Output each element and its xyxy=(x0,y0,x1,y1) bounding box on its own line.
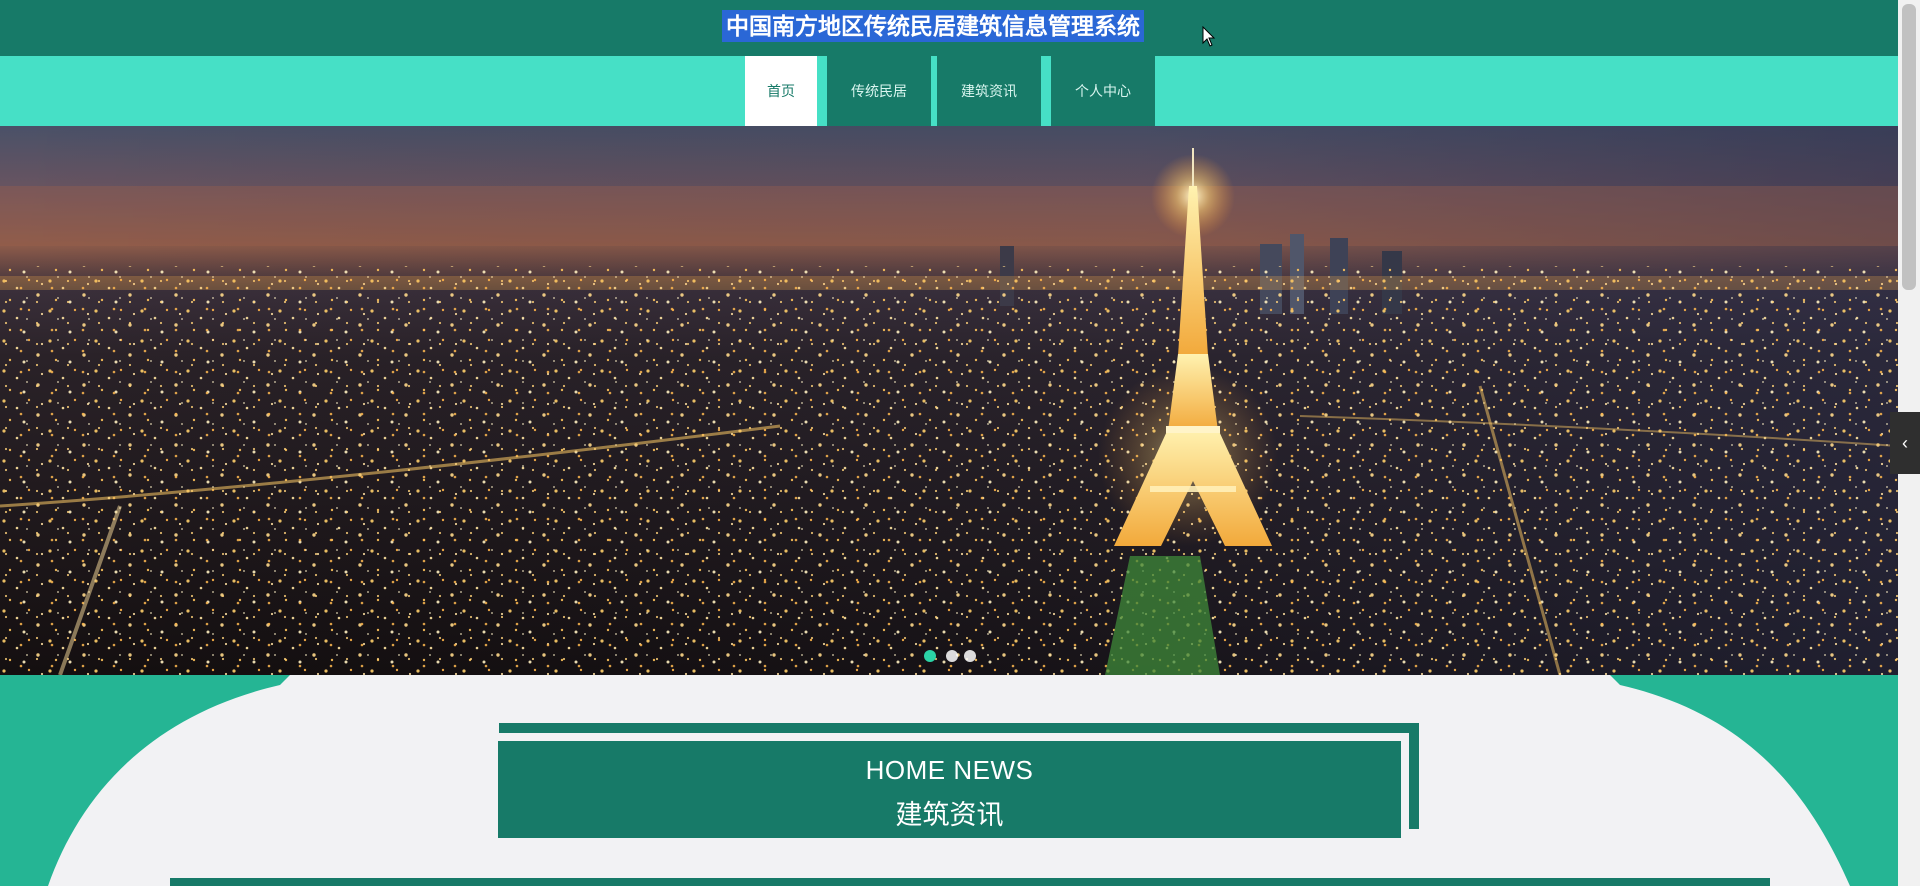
nav-architecture-news[interactable]: 建筑资讯 xyxy=(937,56,1041,126)
chevron-left-icon[interactable]: ‹ xyxy=(1890,412,1920,474)
nav-home[interactable]: 首页 xyxy=(745,56,817,126)
news-section-heading: HOME NEWS 建筑资讯 xyxy=(498,741,1401,838)
site-title: 中国南方地区传统民居建筑信息管理系统 xyxy=(722,10,1144,42)
nav-personal-center-label: 个人中心 xyxy=(1075,83,1131,99)
nav-traditional-dwellings[interactable]: 传统民居 xyxy=(827,56,931,126)
nav-architecture-news-label: 建筑资讯 xyxy=(961,83,1017,99)
carousel-dot-3[interactable] xyxy=(964,650,976,662)
hero-carousel[interactable] xyxy=(0,126,1898,675)
mouse-pointer-icon xyxy=(1202,26,1216,47)
title-bar: 中国南方地区传统民居建筑信息管理系统 xyxy=(0,0,1898,56)
nav-personal-center[interactable]: 个人中心 xyxy=(1051,56,1155,126)
scrollbar-thumb[interactable] xyxy=(1902,4,1916,290)
news-divider xyxy=(170,878,1770,886)
main-nav: 首页 传统民居 建筑资讯 个人中心 xyxy=(0,56,1898,126)
carousel-dot-2[interactable] xyxy=(946,650,958,662)
news-title-cn: 建筑资讯 xyxy=(895,800,1004,830)
city-night-image xyxy=(0,126,1898,675)
nav-traditional-dwellings-label: 传统民居 xyxy=(851,83,907,99)
carousel-dot-1[interactable] xyxy=(924,650,936,662)
news-title-en: HOME NEWS xyxy=(865,755,1034,785)
nav-home-label: 首页 xyxy=(767,83,795,99)
